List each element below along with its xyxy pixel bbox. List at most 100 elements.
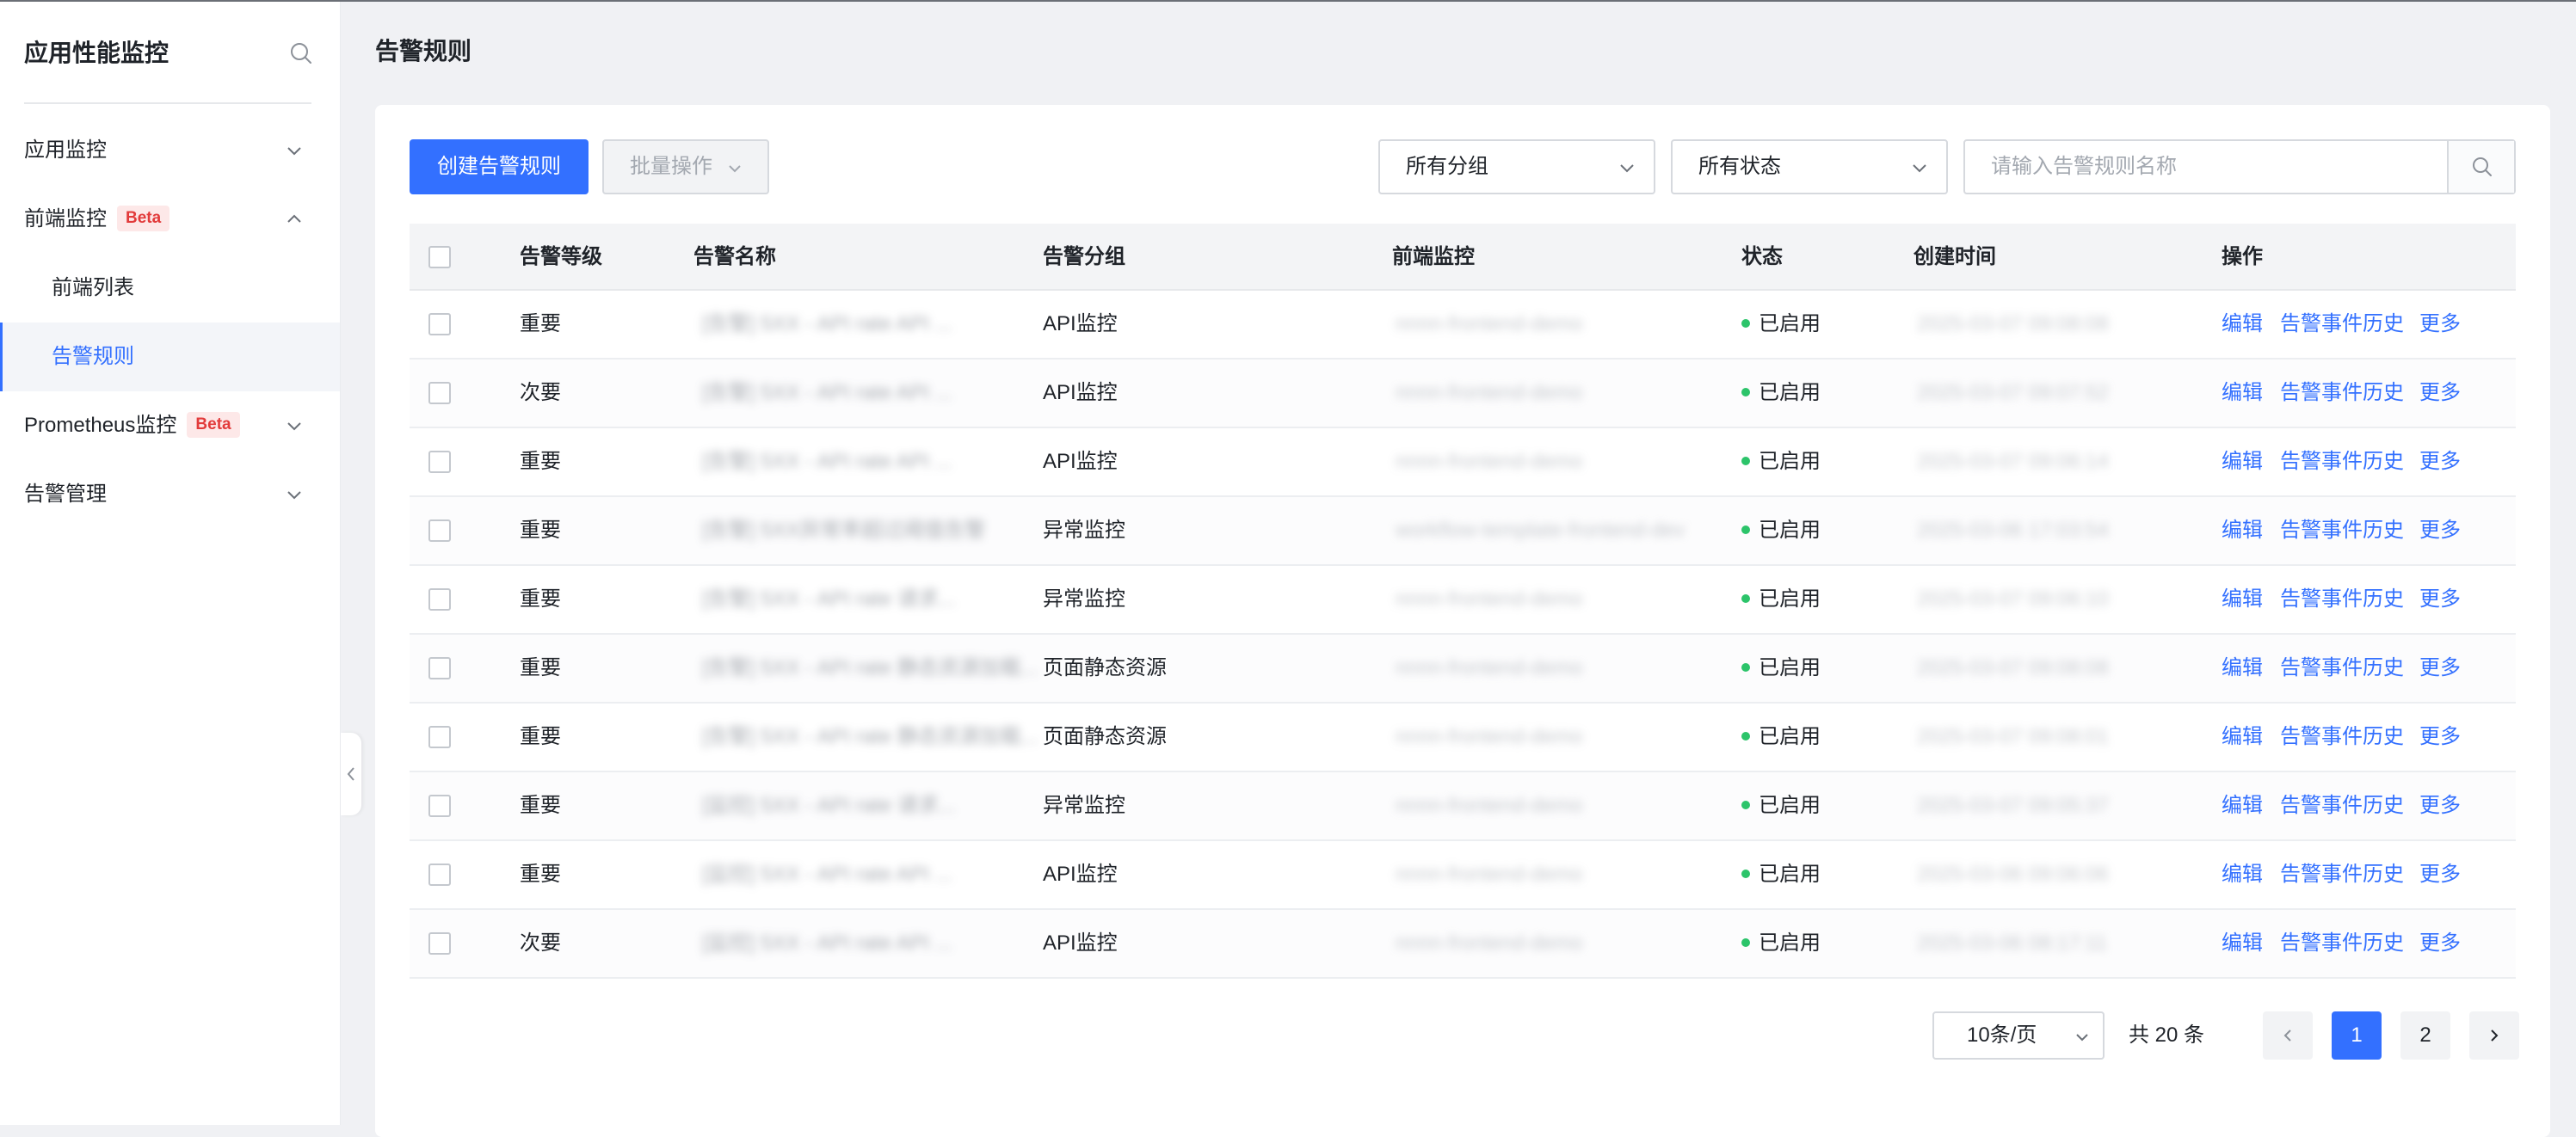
- status-label: 已启用: [1759, 656, 1821, 679]
- rule-search-box: [1963, 139, 2516, 194]
- alert-history-link[interactable]: 告警事件历史: [2280, 360, 2404, 427]
- cell-name: [监控] 5XX - API rate 请求...: [702, 794, 956, 817]
- sidebar-item-frontend-monitor[interactable]: 前端监控 Beta: [0, 185, 340, 254]
- sidebar-item-prometheus[interactable]: Prometheus监控 Beta: [0, 391, 340, 460]
- edit-link[interactable]: 编辑: [2222, 291, 2263, 358]
- alert-history-link[interactable]: 告警事件历史: [2280, 566, 2404, 633]
- cell-group: API监控: [1043, 312, 1118, 335]
- alert-history-link[interactable]: 告警事件历史: [2280, 635, 2404, 702]
- status-dot-icon: [1741, 662, 1750, 672]
- sidebar-item-frontend-list[interactable]: 前端列表: [0, 254, 340, 323]
- alert-history-link[interactable]: 告警事件历史: [2280, 910, 2404, 977]
- table-row: 重要 [告警] 5XX - API rate API ... API监控 nnnn-f…: [410, 291, 2516, 360]
- sidebar-item-label: 告警规则: [52, 345, 134, 368]
- prev-page-button[interactable]: [2263, 1011, 2313, 1060]
- select-all-checkbox[interactable]: [428, 246, 451, 268]
- edit-link[interactable]: 编辑: [2222, 841, 2263, 908]
- sidebar-item-label-wrap: 前端监控 Beta: [24, 185, 170, 254]
- total-count: 共 20 条: [2129, 1023, 2205, 1047]
- row-checkbox[interactable]: [428, 451, 451, 473]
- next-page-button[interactable]: [2469, 1011, 2519, 1060]
- alert-history-link[interactable]: 告警事件历史: [2280, 704, 2404, 771]
- alert-history-link[interactable]: 告警事件历史: [2280, 841, 2404, 908]
- more-link[interactable]: 更多: [2419, 910, 2461, 977]
- page-size-select[interactable]: 10条/页: [1932, 1011, 2105, 1060]
- row-checkbox[interactable]: [428, 795, 451, 817]
- cell-created: 2025-03-07 09:05:37: [1917, 794, 2109, 817]
- edit-link[interactable]: 编辑: [2222, 428, 2263, 495]
- sidebar-collapse-button[interactable]: [341, 733, 361, 815]
- status-label: 已启用: [1759, 312, 1821, 335]
- more-link[interactable]: 更多: [2419, 635, 2461, 702]
- more-link[interactable]: 更多: [2419, 566, 2461, 633]
- alert-history-link[interactable]: 告警事件历史: [2280, 497, 2404, 564]
- table-row: 重要 [监控] 5XX - API rate 请求... 异常监控 nnnn-fron…: [410, 772, 2516, 841]
- edit-link[interactable]: 编辑: [2222, 910, 2263, 977]
- more-link[interactable]: 更多: [2419, 704, 2461, 771]
- cell-name: [告警] 5XX - API rate API ...: [702, 381, 952, 404]
- table-row: 重要 [告警] 5XX异常率超过阈值告警 异常监控 workflow-template…: [410, 497, 2516, 566]
- status-label: 已启用: [1759, 587, 1821, 611]
- alert-history-link[interactable]: 告警事件历史: [2280, 772, 2404, 839]
- row-checkbox[interactable]: [428, 588, 451, 611]
- edit-link[interactable]: 编辑: [2222, 360, 2263, 427]
- cell-monitor: nnnn-frontend-demo: [1396, 587, 1583, 611]
- more-link[interactable]: 更多: [2419, 291, 2461, 358]
- sidebar-divider: [24, 102, 311, 104]
- edit-link[interactable]: 编辑: [2222, 635, 2263, 702]
- chevron-left-icon: [2283, 1029, 2291, 1042]
- cell-level: 重要: [520, 725, 561, 748]
- alert-history-link[interactable]: 告警事件历史: [2280, 291, 2404, 358]
- row-checkbox[interactable]: [428, 864, 451, 886]
- row-checkbox[interactable]: [428, 657, 451, 679]
- window-top-border: [0, 0, 2576, 2]
- group-filter-select[interactable]: 所有分组: [1378, 139, 1655, 194]
- row-checkbox[interactable]: [428, 382, 451, 404]
- more-link[interactable]: 更多: [2419, 360, 2461, 427]
- sidebar-item-app-monitor[interactable]: 应用监控: [0, 116, 340, 185]
- more-link[interactable]: 更多: [2419, 497, 2461, 564]
- chevron-down-icon: [287, 422, 301, 431]
- row-checkbox[interactable]: [428, 313, 451, 335]
- search-button[interactable]: [2447, 141, 2514, 193]
- more-link[interactable]: 更多: [2419, 772, 2461, 839]
- status-filter-select[interactable]: 所有状态: [1671, 139, 1948, 194]
- more-link[interactable]: 更多: [2419, 841, 2461, 908]
- create-alert-rule-button[interactable]: 创建告警规则: [410, 139, 589, 194]
- more-link[interactable]: 更多: [2419, 428, 2461, 495]
- edit-link[interactable]: 编辑: [2222, 497, 2263, 564]
- sidebar-search-icon[interactable]: [289, 41, 313, 65]
- sidebar-item-label: 告警管理: [24, 482, 107, 506]
- alert-history-link[interactable]: 告警事件历史: [2280, 428, 2404, 495]
- page-button-1[interactable]: 1: [2332, 1011, 2382, 1060]
- row-checkbox[interactable]: [428, 726, 451, 748]
- edit-link[interactable]: 编辑: [2222, 566, 2263, 633]
- table-row: 重要 [告警] 5XX - API rate API ... API监控 nnnn-f…: [410, 428, 2516, 497]
- row-checkbox[interactable]: [428, 519, 451, 542]
- column-header-level: 告警等级: [520, 245, 602, 268]
- cell-monitor: nnnn-frontend-demo: [1396, 381, 1583, 404]
- edit-link[interactable]: 编辑: [2222, 772, 2263, 839]
- cell-level: 重要: [520, 519, 561, 542]
- cell-status: 已启用: [1741, 841, 1821, 908]
- sidebar: 应用性能监控 应用监控 前端监控 Beta 前端列表 告警规则 Prometheu…: [0, 2, 341, 1125]
- sidebar-item-alert-management[interactable]: 告警管理: [0, 460, 340, 529]
- cell-status: 已启用: [1741, 635, 1821, 702]
- row-checkbox[interactable]: [428, 932, 451, 955]
- page-size-value: 10条/页: [1967, 1023, 2037, 1047]
- chevron-up-icon: [287, 214, 301, 223]
- cell-name: [告警] 5XX异常率超过阈值告警: [702, 519, 986, 542]
- page-button-2[interactable]: 2: [2400, 1011, 2450, 1060]
- status-label: 已启用: [1759, 794, 1821, 817]
- rule-search-input[interactable]: [1965, 141, 2447, 193]
- beta-badge: Beta: [117, 205, 170, 231]
- cell-created: 2025-03-06 09:06:06: [1917, 863, 2109, 886]
- sidebar-item-alert-rules[interactable]: 告警规则: [0, 323, 340, 391]
- sidebar-item-label: 前端监控: [24, 207, 107, 230]
- cell-group: API监控: [1043, 381, 1118, 404]
- chevron-down-icon: [1913, 164, 1926, 173]
- chevron-down-icon: [287, 147, 301, 156]
- status-dot-icon: [1741, 525, 1750, 534]
- edit-link[interactable]: 编辑: [2222, 704, 2263, 771]
- batch-operation-button[interactable]: 批量操作: [602, 139, 769, 194]
